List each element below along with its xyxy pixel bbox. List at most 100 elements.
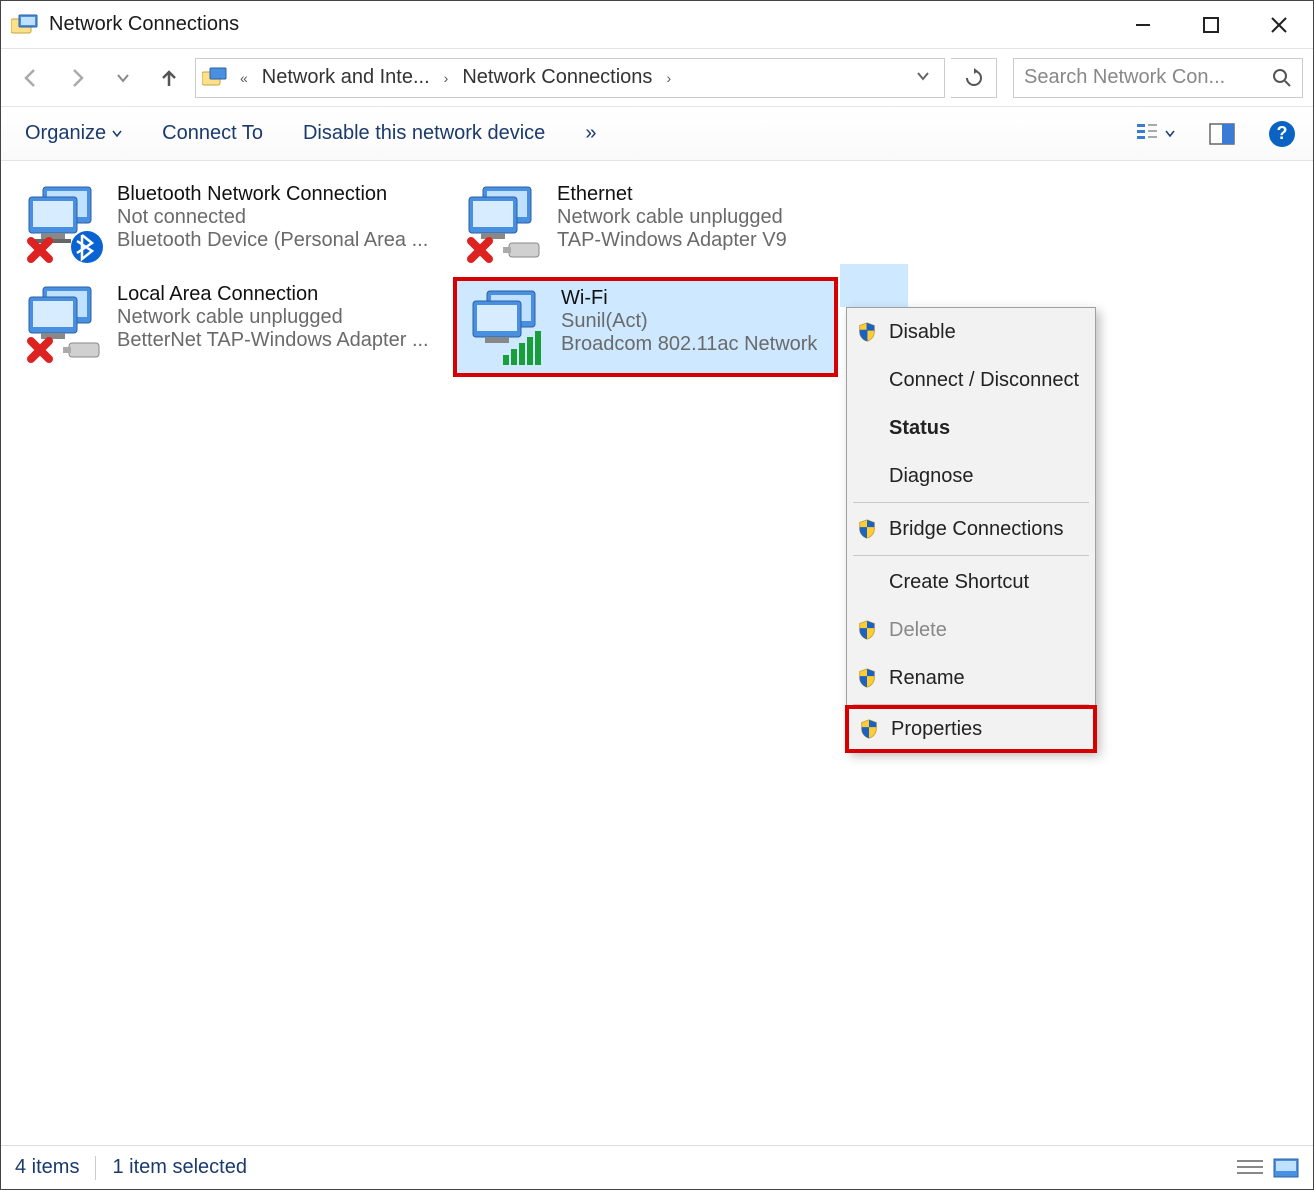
status-separator	[95, 1156, 96, 1180]
toolbar-overflow-label: »	[585, 122, 596, 145]
window-controls	[1109, 1, 1313, 48]
item-count: 4 items	[15, 1156, 79, 1179]
minimize-button[interactable]	[1109, 1, 1177, 48]
menu-separator	[853, 555, 1089, 556]
ctx-properties[interactable]: Properties	[845, 705, 1097, 753]
view-options-button[interactable]	[1137, 118, 1175, 150]
breadcrumb-seg-1[interactable]: Network and Inte...	[258, 66, 434, 89]
preview-pane-button[interactable]	[1203, 118, 1241, 150]
shield-icon	[857, 717, 881, 741]
shield-icon	[855, 320, 879, 344]
disable-device-label: Disable this network device	[303, 122, 545, 145]
view-options-icon	[1137, 122, 1165, 146]
address-bar[interactable]: « Network and Inte... › Network Connecti…	[195, 58, 945, 98]
navigation-bar: « Network and Inte... › Network Connecti…	[1, 49, 1313, 107]
connect-to-button[interactable]: Connect To	[156, 118, 269, 149]
connection-item-bluetooth[interactable]: Bluetooth Network Connection Not connect…	[13, 177, 453, 277]
shield-icon	[855, 618, 879, 642]
connection-name: Local Area Connection	[117, 283, 429, 306]
shield-icon	[855, 666, 879, 690]
network-folder-icon	[202, 67, 230, 89]
address-dropdown-button[interactable]	[908, 66, 938, 89]
caret-down-icon	[112, 129, 122, 139]
search-icon	[1272, 68, 1292, 88]
network-folder-icon	[11, 13, 39, 37]
connection-name: Wi-Fi	[561, 287, 817, 310]
back-button[interactable]	[11, 58, 51, 98]
recent-locations-button[interactable]	[103, 58, 143, 98]
status-bar: 4 items 1 item selected	[1, 1145, 1313, 1189]
close-button[interactable]	[1245, 1, 1313, 48]
selection-count: 1 item selected	[112, 1156, 247, 1179]
refresh-icon	[964, 68, 984, 88]
refresh-button[interactable]	[951, 58, 997, 98]
breadcrumb-seg-2[interactable]: Network Connections	[458, 66, 656, 89]
help-button[interactable]: ?	[1269, 121, 1295, 147]
ctx-status-label: Status	[889, 417, 950, 440]
minimize-icon	[1134, 16, 1152, 34]
ctx-rename-label: Rename	[889, 667, 965, 690]
connection-status: Sunil(Act)	[561, 310, 817, 333]
details-view-button[interactable]	[1237, 1158, 1263, 1178]
connection-status: Not connected	[117, 206, 428, 229]
ctx-shortcut-label: Create Shortcut	[889, 571, 1029, 594]
maximize-button[interactable]	[1177, 1, 1245, 48]
ctx-shortcut[interactable]: Create Shortcut	[847, 558, 1095, 606]
connection-device: TAP-Windows Adapter V9	[557, 229, 787, 252]
ctx-disable[interactable]: Disable	[847, 308, 1095, 356]
command-toolbar: Organize Connect To Disable this network…	[1, 107, 1313, 161]
maximize-icon	[1202, 16, 1220, 34]
bluetooth-adapter-icon	[19, 181, 105, 267]
disable-device-button[interactable]: Disable this network device	[297, 118, 551, 149]
close-icon	[1270, 16, 1288, 34]
ctx-rename[interactable]: Rename	[847, 654, 1095, 702]
breadcrumb-prev-icon[interactable]: «	[236, 70, 252, 86]
arrow-right-icon	[66, 67, 88, 89]
selection-highlight	[840, 264, 908, 307]
details-view-icon	[1237, 1158, 1263, 1178]
ctx-bridge[interactable]: Bridge Connections	[847, 505, 1095, 553]
connection-status: Network cable unplugged	[117, 306, 429, 329]
connection-item-lan[interactable]: Local Area Connection Network cable unpl…	[13, 277, 453, 377]
context-menu: Disable Connect / Disconnect Status Diag…	[846, 307, 1096, 752]
search-input[interactable]: Search Network Con...	[1013, 58, 1303, 98]
connection-status: Network cable unplugged	[557, 206, 787, 229]
menu-separator	[853, 502, 1089, 503]
chevron-right-icon[interactable]: ›	[662, 70, 675, 86]
organize-menu[interactable]: Organize	[19, 118, 128, 149]
wifi-adapter-icon	[463, 285, 549, 371]
thumbnails-view-icon	[1273, 1158, 1299, 1178]
organize-label: Organize	[25, 122, 106, 145]
connection-item-ethernet[interactable]: Ethernet Network cable unplugged TAP-Win…	[453, 177, 893, 277]
ctx-bridge-label: Bridge Connections	[889, 518, 1064, 541]
up-button[interactable]	[149, 58, 189, 98]
ctx-status[interactable]: Status	[847, 404, 1095, 452]
connection-device: Broadcom 802.11ac Network	[561, 333, 817, 356]
ctx-delete-label: Delete	[889, 619, 947, 642]
breadcrumb-seg-2-label: Network Connections	[462, 66, 652, 89]
window-title: Network Connections	[49, 13, 1109, 36]
ctx-connect-label: Connect / Disconnect	[889, 369, 1079, 392]
search-placeholder: Search Network Con...	[1024, 66, 1264, 89]
ctx-diagnose-label: Diagnose	[889, 465, 974, 488]
forward-button[interactable]	[57, 58, 97, 98]
ctx-connect-disconnect[interactable]: Connect / Disconnect	[847, 356, 1095, 404]
title-bar: Network Connections	[1, 1, 1313, 49]
lan-adapter-icon	[19, 281, 105, 367]
ctx-disable-label: Disable	[889, 321, 956, 344]
connection-name: Ethernet	[557, 183, 787, 206]
connection-item-wifi[interactable]: Wi-Fi Sunil(Act) Broadcom 802.11ac Netwo…	[453, 277, 838, 377]
thumbnails-view-button[interactable]	[1273, 1158, 1299, 1178]
connection-device: BetterNet TAP-Windows Adapter ...	[117, 329, 429, 352]
help-icon: ?	[1277, 123, 1288, 144]
arrow-left-icon	[20, 67, 42, 89]
ctx-delete: Delete	[847, 606, 1095, 654]
ethernet-adapter-icon	[459, 181, 545, 267]
connection-name: Bluetooth Network Connection	[117, 183, 428, 206]
toolbar-overflow-button[interactable]: »	[579, 118, 602, 149]
connections-list: Bluetooth Network Connection Not connect…	[1, 161, 1313, 393]
chevron-right-icon[interactable]: ›	[440, 70, 453, 86]
breadcrumb-seg-1-label: Network and Inte...	[262, 66, 430, 89]
ctx-diagnose[interactable]: Diagnose	[847, 452, 1095, 500]
shield-icon	[855, 517, 879, 541]
